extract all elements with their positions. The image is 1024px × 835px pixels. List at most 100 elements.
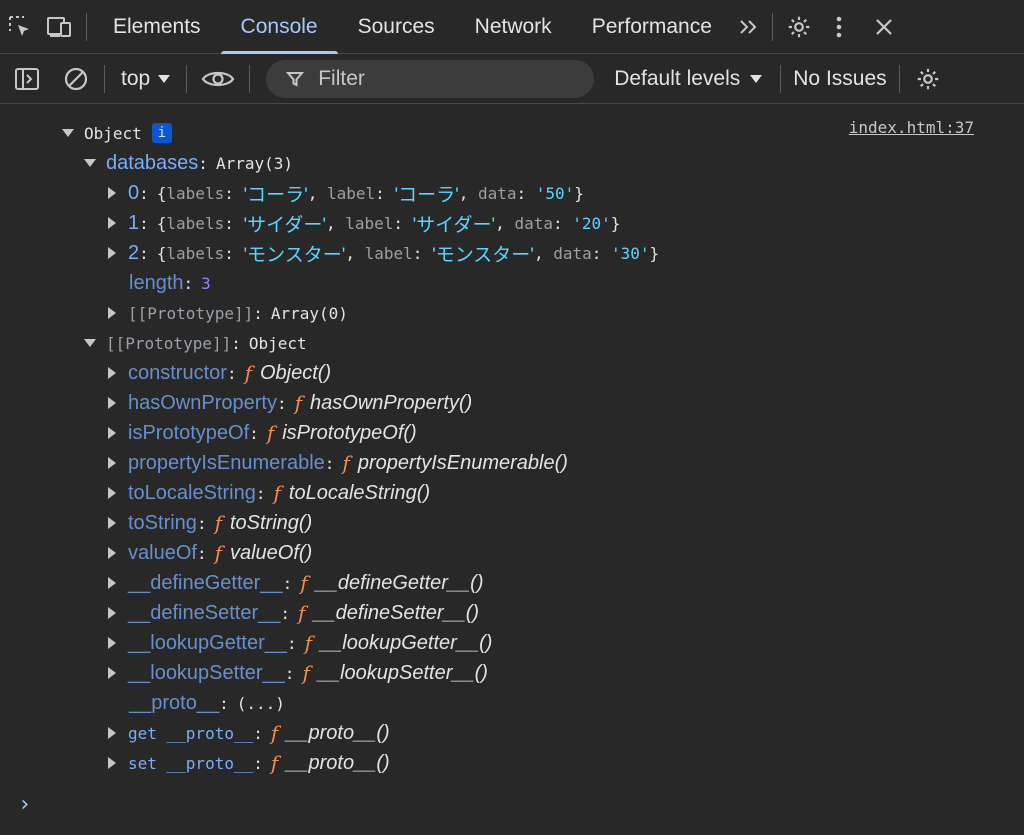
array-prototype-row[interactable]: [[Prototype]]: Array(0): [108, 298, 348, 328]
context-selector[interactable]: top: [111, 67, 180, 91]
labels-key: labels: [166, 243, 225, 263]
colon: :: [139, 183, 149, 203]
filter-input[interactable]: [318, 67, 559, 91]
eye-icon[interactable]: [193, 52, 243, 106]
function-name: Object(): [259, 361, 332, 384]
function-glyph: f: [244, 361, 252, 385]
prototype-key: [[Prototype]]: [128, 303, 254, 323]
toolbar-separator: [186, 65, 188, 93]
proto-value[interactable]: (...): [237, 694, 285, 713]
item-index: 2: [128, 241, 140, 264]
label-value: 'コーラ': [394, 184, 459, 206]
kebab-menu-icon[interactable]: [819, 0, 859, 54]
tab-sources[interactable]: Sources: [338, 0, 455, 54]
collapsed-triangle-icon: [108, 667, 116, 679]
gear-icon[interactable]: [779, 0, 819, 54]
data-key: data: [553, 243, 592, 263]
array-item-row[interactable]: 1: {labels: 'サイダー', label: 'サイダー', data:…: [108, 208, 620, 238]
property-value: Array(3): [215, 153, 293, 173]
function-name: __defineSetter__(): [313, 601, 480, 624]
proto-row[interactable]: __proto__: (...): [129, 688, 285, 718]
colon: :: [224, 243, 244, 263]
clear-console-icon[interactable]: [54, 52, 98, 106]
object-prototype-row[interactable]: [[Prototype]]: Object: [84, 328, 307, 358]
function-name: propertyIsEnumerable(): [357, 451, 568, 474]
log-levels-dropdown[interactable]: Default levels: [594, 67, 780, 91]
databases-row[interactable]: databases: Array(3): [84, 148, 293, 178]
comma: ,: [325, 213, 346, 233]
object-root-row[interactable]: Object i: [62, 118, 172, 148]
brace-open: {: [156, 243, 167, 263]
sidebar-toggle-icon[interactable]: [0, 52, 54, 106]
issues-button[interactable]: No Issues: [781, 67, 898, 91]
function-name: toLocaleString(): [288, 481, 431, 504]
method-row[interactable]: valueOf: f valueOf(): [108, 538, 312, 568]
comma: ,: [345, 243, 365, 263]
colon: :: [282, 573, 293, 593]
tab-network[interactable]: Network: [455, 0, 572, 54]
item-index: 1: [128, 211, 140, 234]
property-key: databases: [106, 151, 199, 174]
colon: :: [253, 723, 263, 743]
method-row[interactable]: constructor: f Object(): [108, 358, 331, 388]
method-row[interactable]: __defineSetter__: f __defineSetter__(): [108, 598, 479, 628]
method-row[interactable]: isPrototypeOf: f isPrototypeOf(): [108, 418, 417, 448]
console-prompt-chevron-icon[interactable]: ›: [18, 792, 31, 817]
function-glyph: f: [273, 481, 281, 505]
data-key: data: [514, 213, 553, 233]
colon: :: [224, 213, 244, 233]
tabbar-separator: [86, 12, 87, 41]
data-key: data: [477, 183, 517, 203]
method-row[interactable]: toLocaleString: f toLocaleString(): [108, 478, 430, 508]
collapsed-triangle-icon: [108, 217, 116, 229]
tab-console[interactable]: Console: [220, 0, 338, 54]
method-row[interactable]: hasOwnProperty: f hasOwnProperty(): [108, 388, 472, 418]
inspect-element-icon[interactable]: [0, 0, 40, 54]
console-output: index.html:37 Object i databases: Array(…: [0, 104, 1024, 835]
property-key: length: [129, 271, 184, 294]
colon: :: [219, 693, 229, 713]
colon: :: [280, 603, 290, 623]
colon: :: [253, 303, 263, 323]
method-key: toLocaleString: [128, 481, 256, 504]
get-proto-row[interactable]: get __proto__: f __proto__(): [108, 718, 390, 748]
expanded-triangle-icon: [62, 129, 74, 137]
info-badge-icon[interactable]: i: [151, 123, 172, 143]
function-glyph: f: [214, 541, 222, 565]
method-row[interactable]: propertyIsEnumerable: f propertyIsEnumera…: [108, 448, 568, 478]
set-proto-row[interactable]: set __proto__: f __proto__(): [108, 748, 390, 778]
function-name: __lookupSetter__(): [317, 661, 488, 684]
function-glyph: f: [214, 511, 222, 535]
function-name: __proto__(): [286, 751, 390, 774]
function-glyph: f: [270, 721, 279, 745]
method-row[interactable]: __lookupGetter__: f __lookupGetter__(): [108, 628, 492, 658]
array-item-row[interactable]: 2: {labels: 'モンスター', label: 'モンスター', dat…: [108, 238, 659, 268]
collapsed-triangle-icon: [108, 457, 116, 469]
function-name: toString(): [229, 511, 313, 534]
double-chevron-right-icon[interactable]: [732, 0, 766, 54]
toolbar-separator: [104, 65, 105, 93]
prototype-key: [[Prototype]]: [106, 333, 232, 353]
tab-performance[interactable]: Performance: [572, 0, 732, 54]
device-toolbar-icon[interactable]: [40, 0, 80, 54]
function-glyph: f: [297, 601, 306, 625]
method-row[interactable]: __lookupSetter__: f __lookupSetter__(): [108, 658, 488, 688]
method-row[interactable]: toString: f toString(): [108, 508, 312, 538]
source-link[interactable]: index.html:37: [849, 118, 974, 137]
colon: :: [226, 363, 237, 383]
console-settings-gear-icon[interactable]: [900, 52, 956, 106]
close-icon[interactable]: [859, 0, 909, 54]
label-value: 'モンスター': [432, 244, 534, 266]
method-key: __defineSetter__: [128, 601, 281, 624]
colon: :: [196, 513, 207, 533]
comma: ,: [533, 243, 554, 263]
brace-open: {: [156, 213, 167, 233]
array-item-row[interactable]: 0: {labels: 'コーラ', label: 'コーラ', data: '…: [108, 178, 584, 208]
colon: :: [255, 483, 266, 503]
method-row[interactable]: __defineGetter__: f __defineGetter__(): [108, 568, 484, 598]
tab-elements[interactable]: Elements: [93, 0, 221, 54]
label-key: label: [345, 213, 394, 233]
comma: ,: [495, 213, 515, 233]
toolbar-separator: [249, 65, 251, 93]
function-name: hasOwnProperty(): [310, 391, 473, 414]
